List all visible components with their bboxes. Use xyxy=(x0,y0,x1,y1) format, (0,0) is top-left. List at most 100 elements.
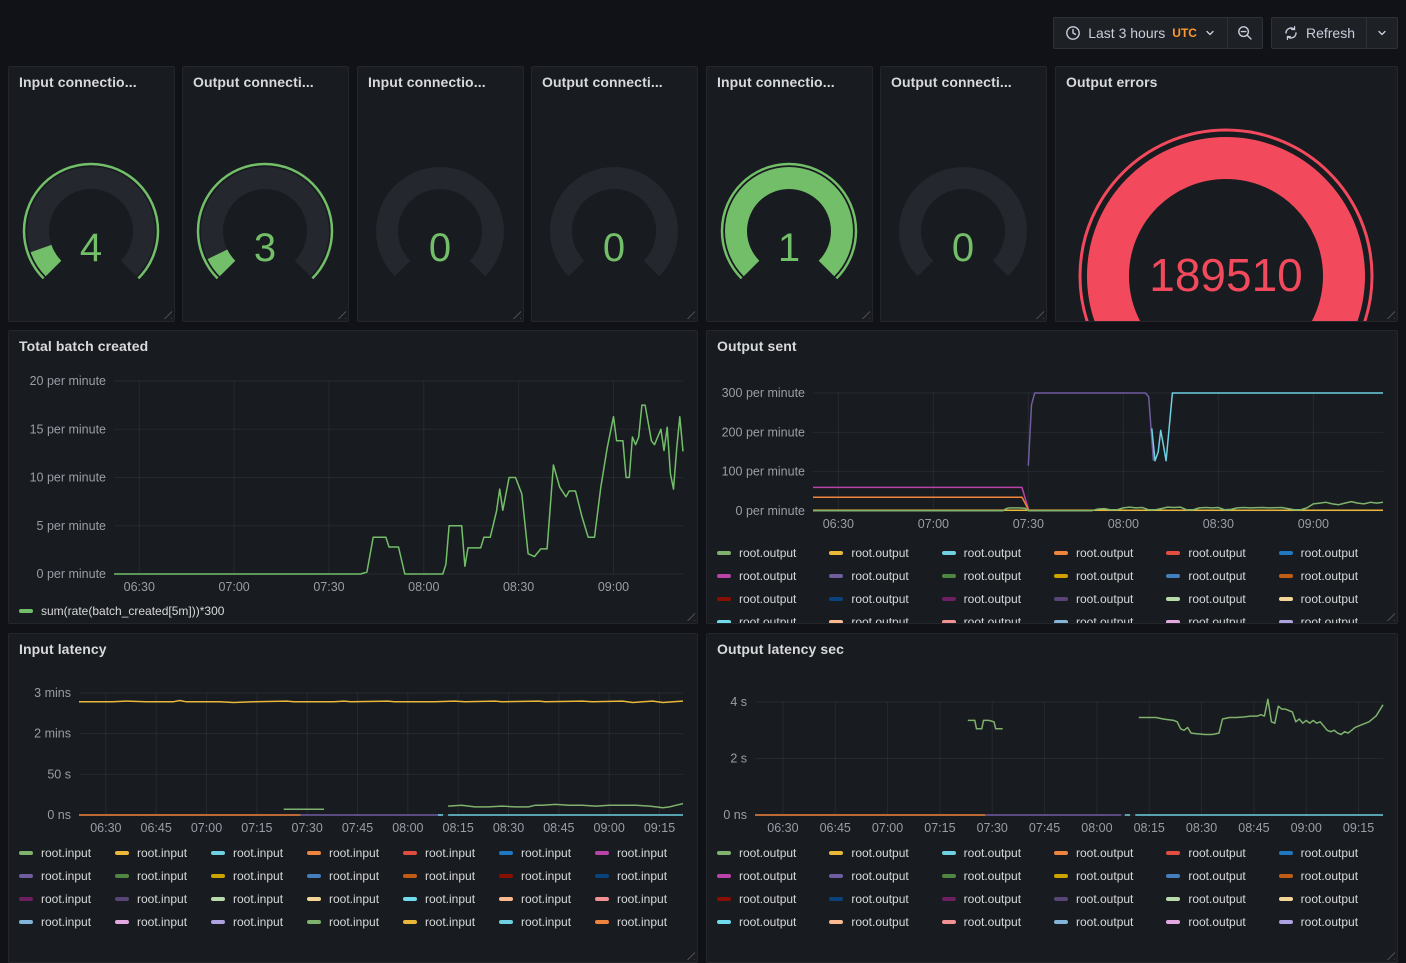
legend-item[interactable]: root.input xyxy=(499,910,595,933)
refresh-interval-dropdown[interactable] xyxy=(1367,17,1398,49)
panel-title[interactable]: Input connectio... xyxy=(358,67,523,90)
legend-item[interactable]: root.input xyxy=(403,887,499,910)
legend-item[interactable]: root.output xyxy=(1279,564,1391,587)
legend-item[interactable]: root.input xyxy=(307,841,403,864)
legend-item[interactable]: root.output xyxy=(1279,841,1391,864)
panel-title[interactable]: Input connectio... xyxy=(707,67,872,90)
legend-item[interactable]: root.input xyxy=(595,864,691,887)
legend-item[interactable]: root.input xyxy=(115,887,211,910)
legend-item[interactable]: root.input xyxy=(403,864,499,887)
legend-item[interactable]: root.output xyxy=(942,610,1054,624)
legend-item[interactable]: root.input xyxy=(307,887,403,910)
legend-item[interactable]: root.input xyxy=(19,864,115,887)
legend-item[interactable]: root.input xyxy=(499,864,595,887)
panel-title[interactable]: Input latency xyxy=(9,634,697,657)
legend-item[interactable]: root.output xyxy=(942,587,1054,610)
chart-output-sent[interactable]: 0 per minute100 per minute200 per minute… xyxy=(715,361,1391,537)
legend-item[interactable]: root.output xyxy=(717,541,829,564)
legend-item[interactable]: root.output xyxy=(1054,564,1166,587)
legend-item[interactable]: root.input xyxy=(19,841,115,864)
legend-item[interactable]: root.input xyxy=(19,887,115,910)
legend-item[interactable]: root.output xyxy=(829,841,941,864)
zoom-out-button[interactable] xyxy=(1228,17,1263,49)
legend-item[interactable]: root.output xyxy=(717,910,829,933)
legend-item[interactable]: root.output xyxy=(829,864,941,887)
legend-item[interactable]: root.output xyxy=(829,564,941,587)
legend-item[interactable]: root.output xyxy=(1166,610,1278,624)
panel-title[interactable]: Output connecti... xyxy=(183,67,348,90)
legend-item[interactable]: root.output xyxy=(942,564,1054,587)
legend-item[interactable]: root.output xyxy=(1279,541,1391,564)
legend-item[interactable]: root.output xyxy=(1279,887,1391,910)
chart-output-latency-sec[interactable]: 0 ns2 s4 s06:3006:4507:0007:1507:3007:45… xyxy=(715,664,1391,840)
legend-item[interactable]: root.output xyxy=(942,841,1054,864)
legend-item[interactable]: root.input xyxy=(499,841,595,864)
legend-item[interactable]: root.output xyxy=(717,587,829,610)
legend-item[interactable]: root.output xyxy=(1166,841,1278,864)
chart-plot[interactable]: 0 per minute5 per minute10 per minute15 … xyxy=(17,361,691,601)
legend-item[interactable]: root.output xyxy=(1054,841,1166,864)
legend-item[interactable]: root.input xyxy=(403,910,499,933)
legend-item[interactable]: root.output xyxy=(1279,610,1391,624)
legend-item[interactable]: root.output xyxy=(717,841,829,864)
chart-plot[interactable]: 0 ns50 s2 mins3 mins06:3006:4507:0007:15… xyxy=(17,664,691,840)
legend-item[interactable]: root.output xyxy=(942,541,1054,564)
legend-item[interactable]: root.output xyxy=(1054,864,1166,887)
legend-item[interactable]: root.output xyxy=(829,610,941,624)
panel-title[interactable]: Input connectio... xyxy=(9,67,174,90)
refresh-button[interactable]: Refresh xyxy=(1271,17,1367,49)
legend-item[interactable]: root.input xyxy=(211,887,307,910)
legend-item[interactable]: root.input xyxy=(115,910,211,933)
legend-item[interactable]: root.output xyxy=(1279,587,1391,610)
legend-item[interactable]: root.input xyxy=(595,841,691,864)
panel-title[interactable]: Output connecti... xyxy=(532,67,697,90)
legend-item[interactable]: root.output xyxy=(1054,541,1166,564)
legend-item[interactable]: root.output xyxy=(942,910,1054,933)
legend-item[interactable]: root.input xyxy=(595,910,691,933)
legend-item[interactable]: sum(rate(batch_created[5m]))*300 xyxy=(19,599,691,622)
legend-item[interactable]: root.input xyxy=(115,864,211,887)
legend-item[interactable]: root.output xyxy=(1054,887,1166,910)
legend-item[interactable]: root.output xyxy=(1279,910,1391,933)
legend-item[interactable]: root.output xyxy=(829,910,941,933)
chart-input-latency[interactable]: 0 ns50 s2 mins3 mins06:3006:4507:0007:15… xyxy=(17,664,691,840)
legend-item[interactable]: root.output xyxy=(1054,587,1166,610)
legend-item[interactable]: root.input xyxy=(115,841,211,864)
legend-item[interactable]: root.output xyxy=(1279,864,1391,887)
legend-item[interactable]: root.output xyxy=(829,587,941,610)
panel-title[interactable]: Total batch created xyxy=(9,331,697,354)
legend-item[interactable]: root.output xyxy=(1166,910,1278,933)
chart-plot[interactable]: 0 per minute100 per minute200 per minute… xyxy=(715,361,1391,537)
legend-item[interactable]: root.input xyxy=(211,910,307,933)
legend-item[interactable]: root.input xyxy=(595,887,691,910)
legend-item[interactable]: root.input xyxy=(211,864,307,887)
legend-item[interactable]: root.output xyxy=(1166,541,1278,564)
legend-item[interactable]: root.output xyxy=(1166,864,1278,887)
legend-item[interactable]: root.output xyxy=(717,864,829,887)
chart-total-batch-created[interactable]: 0 per minute5 per minute10 per minute15 … xyxy=(17,361,691,601)
legend-item[interactable]: root.input xyxy=(499,887,595,910)
legend-item[interactable]: root.input xyxy=(211,841,307,864)
legend-item[interactable]: root.output xyxy=(1054,610,1166,624)
legend-item[interactable]: root.input xyxy=(19,910,115,933)
legend-item[interactable]: root.output xyxy=(942,864,1054,887)
legend-item[interactable]: root.output xyxy=(1166,887,1278,910)
legend-item[interactable]: root.output xyxy=(717,887,829,910)
panel-title[interactable]: Output connecti... xyxy=(881,67,1046,90)
legend-item[interactable]: root.output xyxy=(829,887,941,910)
legend-item[interactable]: root.output xyxy=(829,541,941,564)
legend-item[interactable]: root.output xyxy=(1166,587,1278,610)
legend-item[interactable]: root.input xyxy=(403,841,499,864)
legend-item[interactable]: root.input xyxy=(307,864,403,887)
chart-plot[interactable]: 0 ns2 s4 s06:3006:4507:0007:1507:3007:45… xyxy=(715,664,1391,840)
legend-item[interactable]: root.output xyxy=(1054,910,1166,933)
legend-item[interactable]: root.input xyxy=(307,910,403,933)
panel-title[interactable]: Output sent xyxy=(707,331,1397,354)
panel-title[interactable]: Output errors xyxy=(1056,67,1397,90)
legend-item[interactable]: root.output xyxy=(717,610,829,624)
time-picker-button[interactable]: Last 3 hours UTC xyxy=(1053,17,1228,49)
panel-title[interactable]: Output latency sec xyxy=(707,634,1397,657)
legend-item[interactable]: root.output xyxy=(1166,564,1278,587)
legend-item[interactable]: root.output xyxy=(717,564,829,587)
legend-item[interactable]: root.output xyxy=(942,887,1054,910)
